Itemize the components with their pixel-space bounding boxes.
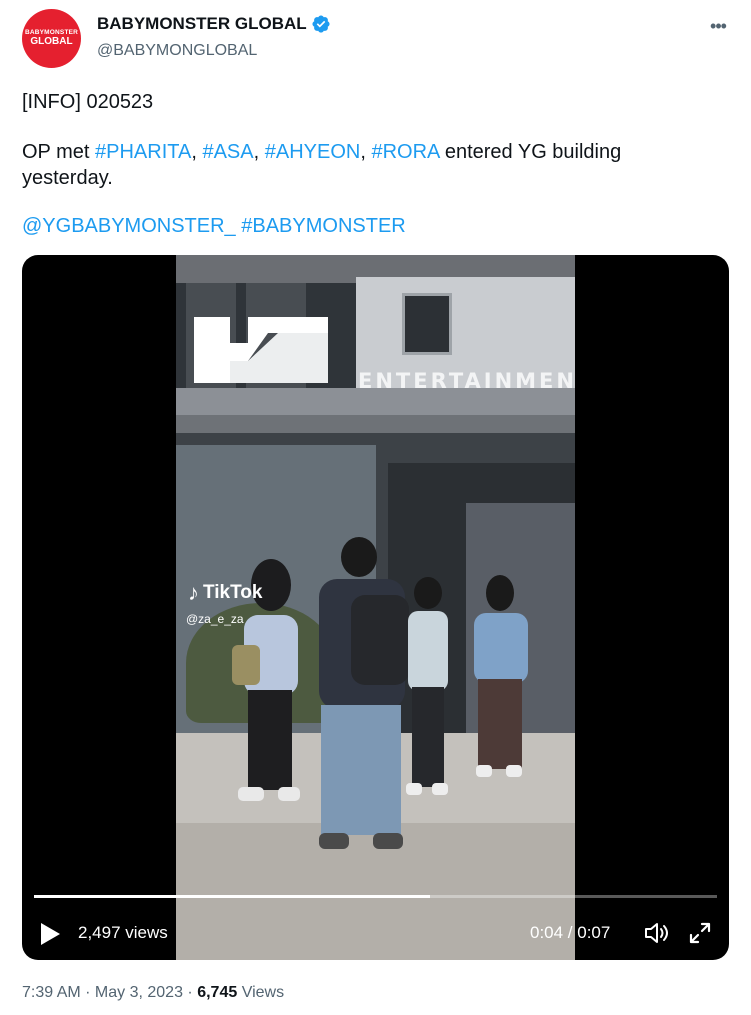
person-figure — [406, 577, 448, 795]
fullscreen-icon[interactable] — [688, 921, 712, 945]
tiktok-username: @za_e_za — [186, 612, 244, 626]
display-name[interactable]: BABYMONSTER GLOBAL — [97, 14, 307, 34]
tweet-text: OP met — [22, 141, 95, 163]
tiktok-brand: TikTok — [203, 582, 263, 603]
tweet-views-label: Views — [237, 984, 285, 1001]
video-scenery — [402, 293, 452, 355]
video-progress-bar[interactable] — [34, 895, 717, 898]
author-handle[interactable]: @BABYMONGLOBAL — [97, 42, 257, 60]
volume-icon[interactable] — [643, 921, 669, 945]
tweet-line-4: @YGBABYMONSTER_ #BABYMONSTER — [22, 214, 406, 238]
tweet-time[interactable]: 7:39 AM — [22, 984, 81, 1001]
person-figure — [474, 575, 528, 777]
tweet-line-2: OP met #PHARITA, #ASA, #AHYEON, #RORA en… — [22, 140, 621, 164]
tweet-date[interactable]: May 3, 2023 — [95, 984, 183, 1001]
hashtag-link[interactable]: #RORA — [371, 141, 439, 163]
hashtag-link[interactable]: #ASA — [202, 141, 253, 163]
hashtag-link[interactable]: #BABYMONSTER — [241, 215, 405, 237]
verified-badge-icon — [312, 15, 330, 33]
tiktok-logo-icon: ♪ — [188, 580, 199, 605]
video-progress-fill — [34, 895, 431, 898]
play-icon[interactable] — [38, 921, 62, 947]
tweet-text: , — [253, 141, 265, 163]
video-time: 0:04 / 0:07 — [530, 923, 611, 942]
video-player[interactable]: ENTERTAINMEN ♪ TikTok @za_e_za 2,497 vie… — [22, 255, 729, 960]
tweet: BABYMONSTER GLOBAL BABYMONSTER GLOBAL @B… — [0, 0, 751, 1015]
tweet-line-1: [INFO] 020523 — [22, 91, 154, 113]
tweet-line-3: yesterday. — [22, 167, 113, 189]
video-scenery — [176, 415, 575, 433]
mention-link[interactable]: @YGBABYMONSTER_ — [22, 215, 236, 237]
tweet-text: , — [191, 141, 203, 163]
yg-logo-icon — [194, 317, 328, 383]
avatar-text-bottom: GLOBAL — [30, 36, 73, 48]
tweet-meta: 7:39 AM · May 3, 2023 · 6,745 Views — [22, 984, 284, 1002]
author-name-row: BABYMONSTER GLOBAL — [97, 14, 331, 34]
tweet-text: entered YG building — [439, 141, 622, 163]
meta-separator: · — [80, 984, 95, 1001]
tiktok-watermark: ♪ TikTok — [188, 580, 262, 606]
meta-separator: · — [182, 984, 198, 1001]
tweet-view-count: 6,745 — [197, 984, 238, 1001]
hashtag-link[interactable]: #PHARITA — [95, 141, 191, 163]
more-options-icon[interactable]: ••• — [706, 16, 730, 36]
avatar[interactable]: BABYMONSTER GLOBAL — [22, 9, 81, 68]
video-views: 2,497 views — [78, 923, 168, 942]
tweet-text: , — [360, 141, 372, 163]
video-frame: ENTERTAINMEN ♪ TikTok @za_e_za — [176, 255, 575, 960]
hashtag-link[interactable]: #AHYEON — [265, 141, 361, 163]
